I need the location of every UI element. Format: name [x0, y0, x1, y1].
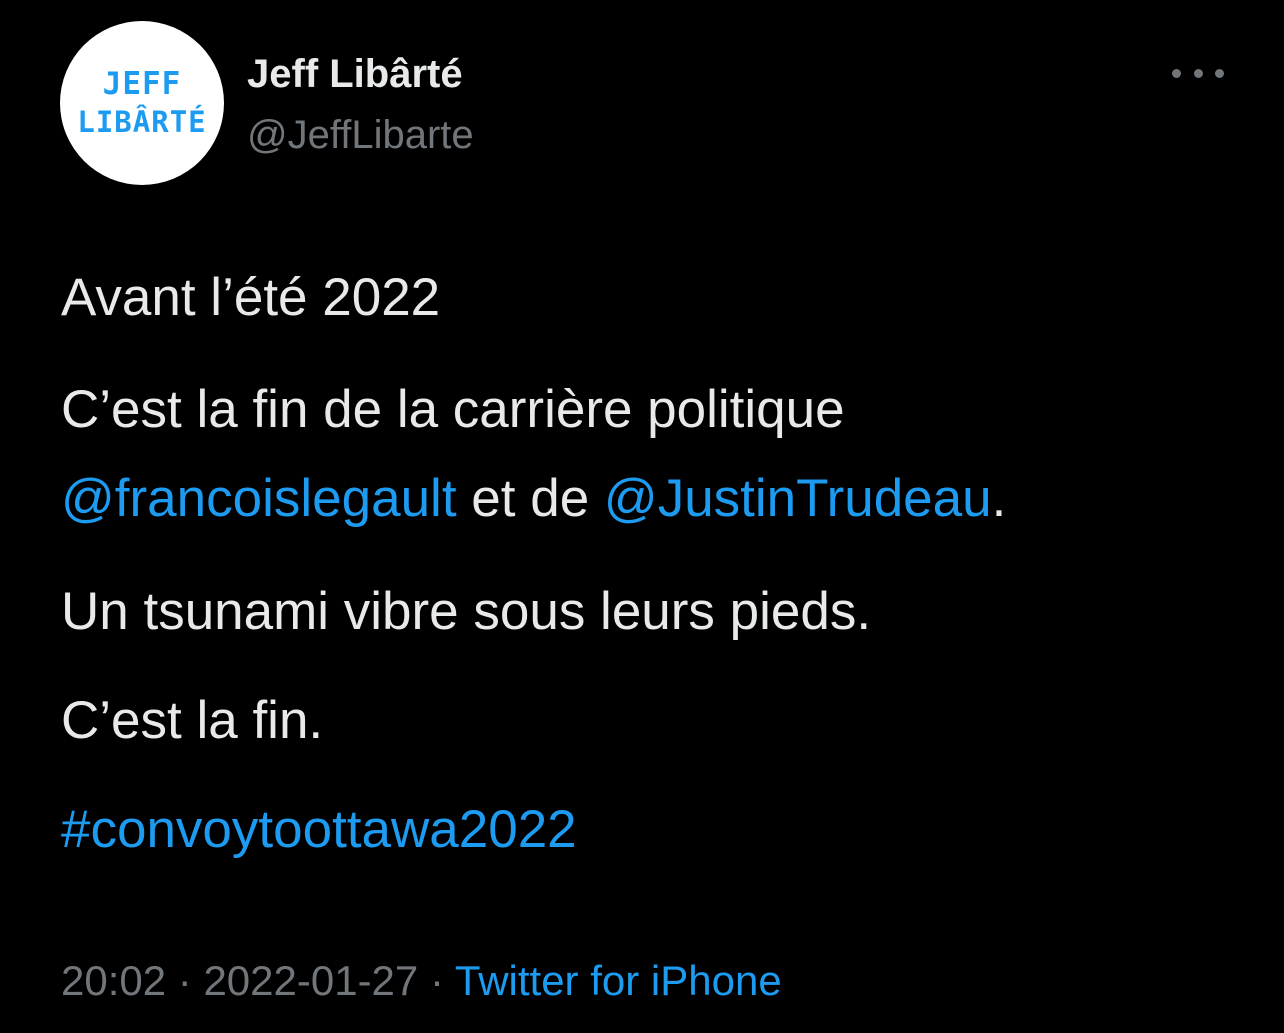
avatar-logo-line2: LIBÂRTÉ: [77, 105, 207, 139]
mention-link[interactable]: @JustinTrudeau: [604, 469, 992, 528]
more-dot: [1215, 68, 1224, 78]
avatar-logo-line1: JEFF: [102, 66, 182, 102]
user-handle[interactable]: @JeffLibarte: [247, 113, 474, 158]
meta-separator: ·: [418, 957, 455, 1004]
hashtag-link[interactable]: #convoytoottawa2022: [61, 800, 577, 859]
tweet-time[interactable]: 20:02: [61, 957, 166, 1004]
avatar[interactable]: JEFF LIBÂRTÉ: [60, 21, 224, 185]
more-dot: [1193, 68, 1203, 78]
tweet-source-link[interactable]: Twitter for iPhone: [455, 957, 782, 1004]
tweet-text-fragment: et de: [456, 469, 604, 528]
tweet-metadata: 20:02 · 2022-01-27 · Twitter for iPhone: [61, 955, 782, 1007]
tweet-text-line: Un tsunami vibre sous leurs pieds.: [61, 582, 872, 641]
tweet-text-line: C’est la fin.: [61, 691, 324, 750]
tweet-text-line: #convoytoottawa2022: [61, 798, 577, 862]
more-dot: [1172, 68, 1181, 78]
tweet-text-fragment: .: [991, 469, 1007, 528]
tweet-text-line: Avant l’été 2022: [61, 268, 441, 327]
tweet-text-line: @francoislegault et de @JustinTrudeau.: [61, 467, 1006, 531]
tweet-date[interactable]: 2022-01-27: [203, 957, 418, 1004]
tweet: JEFF LIBÂRTÉ Jeff Libârté @JeffLibarte A…: [0, 0, 1284, 1033]
mention-link[interactable]: @francoislegault: [61, 469, 457, 528]
meta-separator: ·: [166, 957, 204, 1004]
display-name[interactable]: Jeff Libârté: [247, 52, 463, 97]
more-options-icon[interactable]: [1172, 58, 1224, 88]
tweet-text-line: C’est la fin de la carrière politique: [61, 380, 845, 439]
